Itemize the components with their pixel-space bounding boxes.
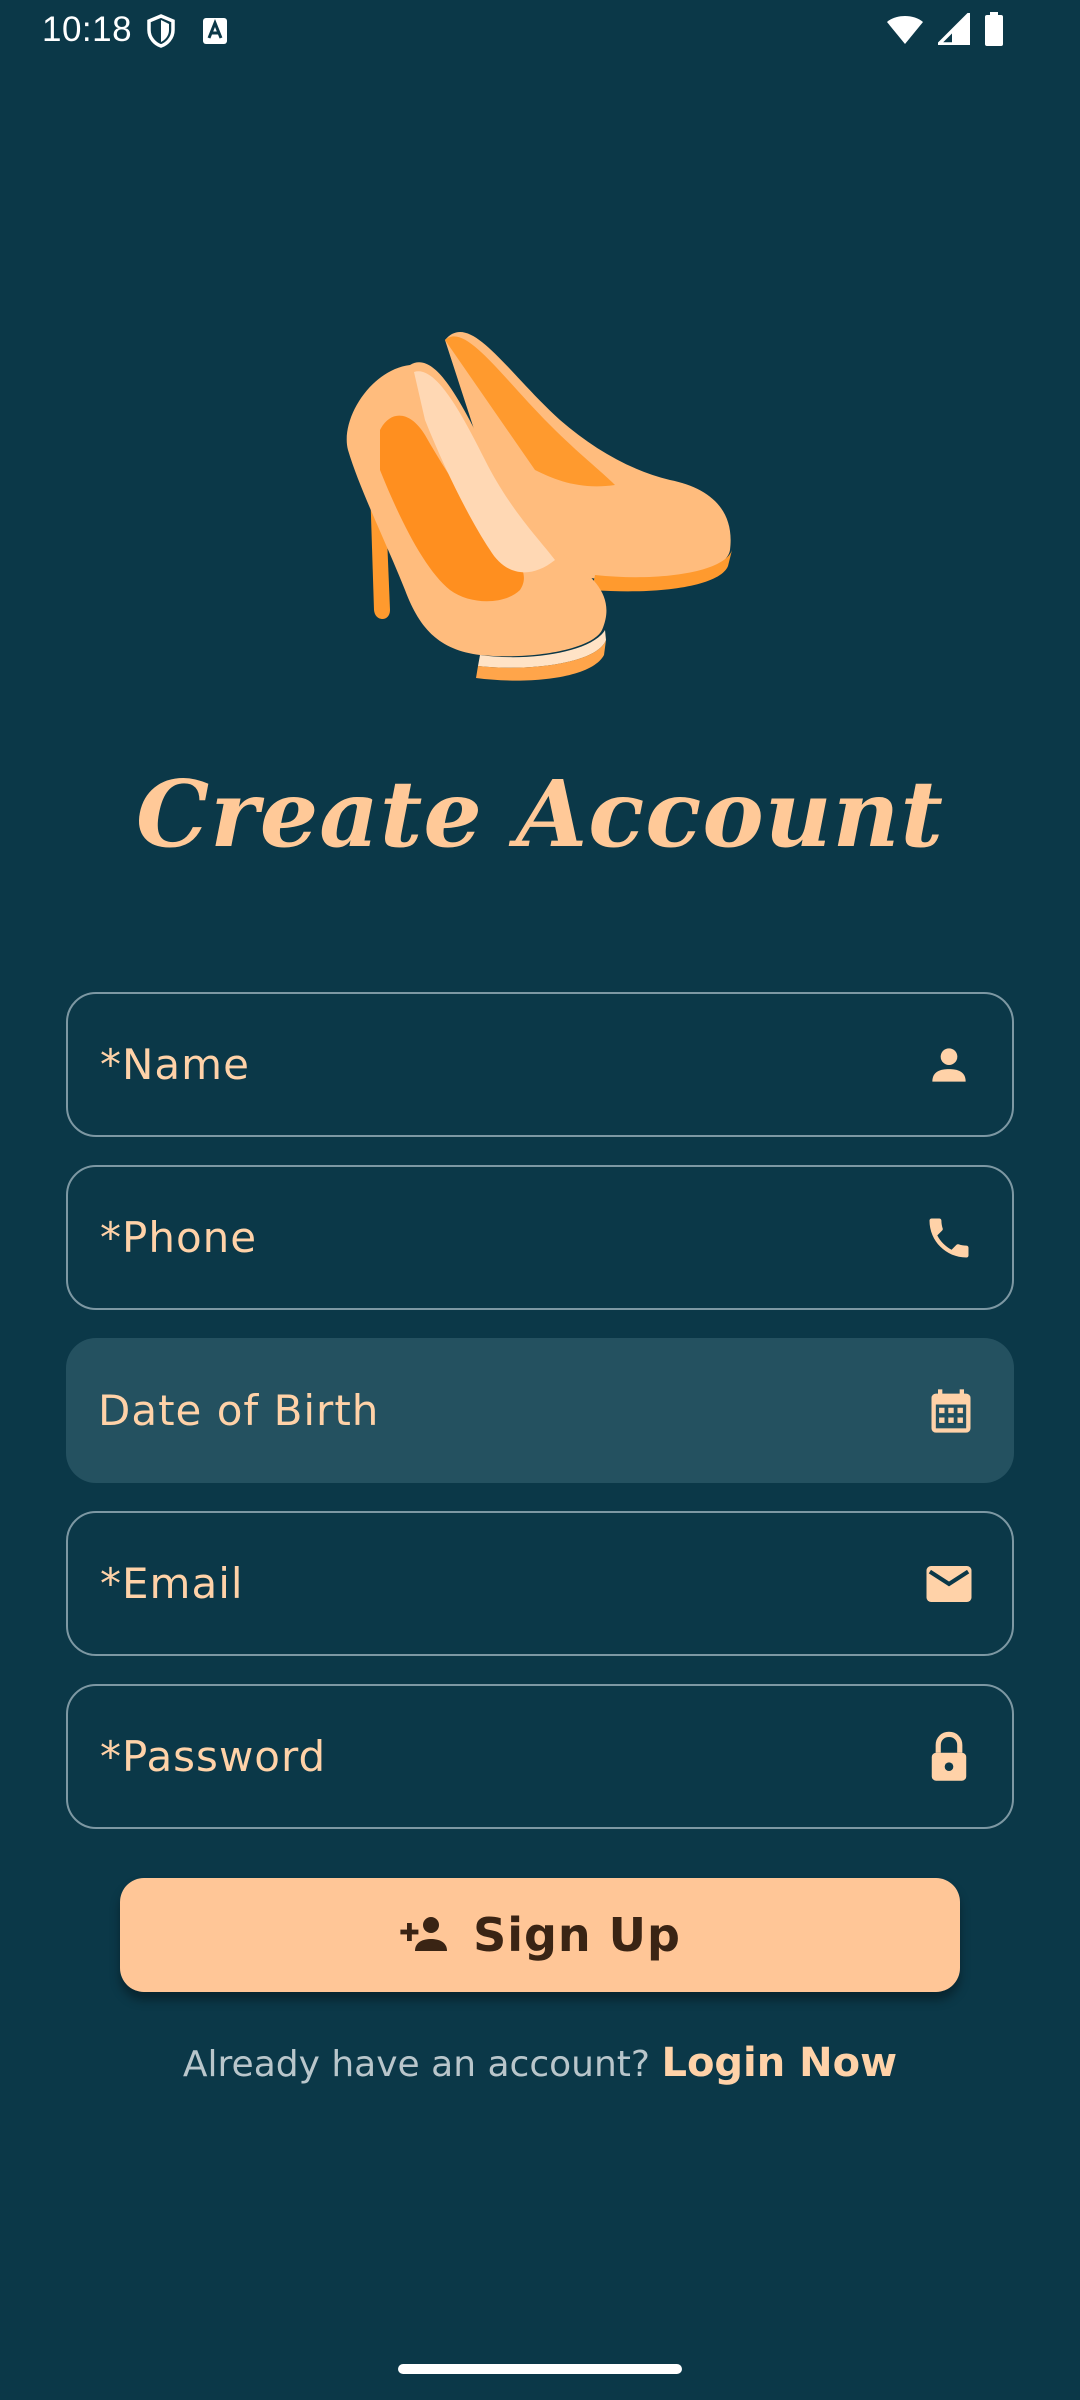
date-of-birth-field-label: Date of Birth (98, 1386, 380, 1435)
email-field[interactable]: *Email (66, 1511, 1014, 1656)
person-add-icon (399, 1912, 451, 1958)
battery-icon (984, 12, 1004, 46)
login-prompt-text: Already have an account? (182, 2044, 650, 2085)
date-of-birth-field[interactable]: Date of Birth (66, 1338, 1014, 1483)
name-field-label: *Name (100, 1040, 250, 1089)
status-time: 10:18 (42, 10, 133, 49)
password-field-label: *Password (100, 1732, 327, 1781)
phone-icon (922, 1211, 976, 1265)
phone-field-label: *Phone (100, 1213, 258, 1262)
shield-icon (146, 14, 176, 48)
create-account-screen: 10:18 Create Account *Name *Phone Date o… (0, 0, 1080, 2400)
cellular-signal-icon (938, 13, 970, 45)
status-left-icons (146, 14, 228, 48)
font-a-icon (202, 17, 228, 45)
password-field[interactable]: *Password (66, 1684, 1014, 1829)
calendar-icon[interactable] (924, 1384, 978, 1438)
login-prompt: Already have an account? Login Now (0, 2040, 1080, 2086)
sign-up-label: Sign Up (473, 1908, 681, 1962)
sign-up-button[interactable]: Sign Up (120, 1878, 960, 1992)
mail-icon (922, 1557, 976, 1611)
phone-field[interactable]: *Phone (66, 1165, 1014, 1310)
login-now-link[interactable]: Login Now (661, 2040, 897, 2086)
email-field-label: *Email (100, 1559, 244, 1608)
status-right-icons (886, 12, 1004, 46)
person-icon (922, 1038, 976, 1092)
wifi-icon (886, 13, 924, 45)
name-field[interactable]: *Name (66, 992, 1014, 1137)
high-heels-icon (330, 310, 750, 710)
status-bar: 10:18 (0, 0, 1080, 62)
page-title: Create Account (136, 760, 944, 868)
lock-icon (922, 1730, 976, 1784)
home-indicator[interactable] (398, 2364, 682, 2374)
